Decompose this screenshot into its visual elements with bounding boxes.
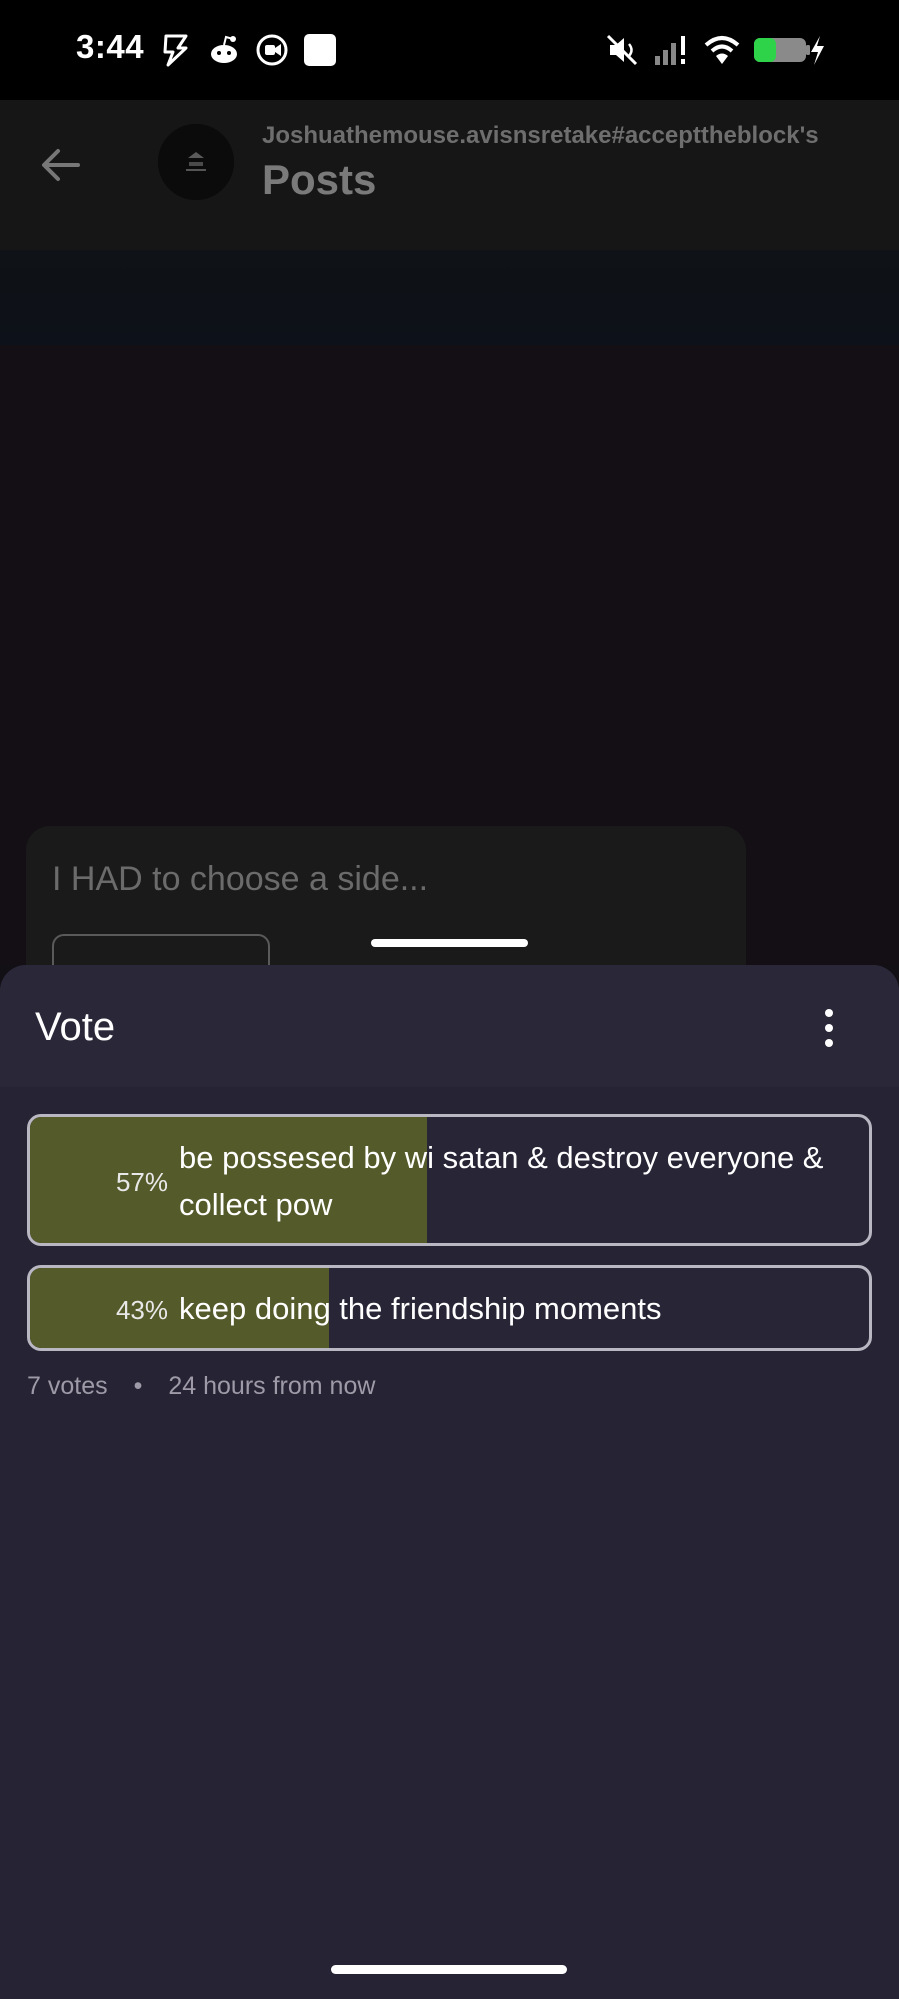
- header-subtitle: Joshuathemouse.avisnsretake#accepttheblo…: [262, 122, 819, 149]
- app-header: Joshuathemouse.avisnsretake#accepttheblo…: [0, 100, 899, 250]
- banner: [0, 250, 899, 345]
- poll-option[interactable]: 43% keep doing the friendship moments: [27, 1265, 872, 1351]
- time-remaining: 24 hours from now: [168, 1372, 376, 1400]
- vote-count: 7 votes: [27, 1372, 108, 1400]
- page-title: Posts: [262, 156, 377, 203]
- status-bar: 3:44: [0, 0, 899, 100]
- poll-meta: 7 votes • 24 hours from now: [27, 1372, 375, 1401]
- post-title: I HAD to choose a side...: [52, 860, 429, 898]
- status-time: 3:44: [76, 28, 145, 65]
- signal-icon: [652, 32, 688, 68]
- poll-option[interactable]: 57% be possesed by wi satan & destroy ev…: [27, 1114, 872, 1246]
- poll-percent: 43%: [115, 1295, 168, 1325]
- avatar[interactable]: [158, 124, 234, 200]
- poll-option-text: be possesed by wi satan & destroy everyo…: [179, 1140, 824, 1222]
- screen-record-icon: [254, 32, 290, 68]
- meta-separator: •: [133, 1372, 143, 1400]
- more-options-icon[interactable]: [812, 993, 846, 1063]
- app-square-icon: [302, 32, 338, 68]
- poll-option-text: keep doing the friendship moments: [179, 1291, 662, 1326]
- vote-sheet: Vote 57% be possesed by wi satan & destr…: [0, 965, 899, 1999]
- home-indicator[interactable]: [331, 1965, 567, 1974]
- back-arrow-icon[interactable]: [36, 140, 86, 190]
- mute-icon: [604, 32, 640, 68]
- reddit-icon: [206, 32, 242, 68]
- wifi-icon: [704, 32, 740, 68]
- poll-percent: 57%: [115, 1167, 168, 1197]
- sheet-header: Vote: [0, 965, 899, 1087]
- screen: 3:44 Joshuathemouse.avisnsretake#acceptt…: [0, 0, 899, 1999]
- flash-icon: [158, 32, 194, 68]
- battery-charging-icon: [752, 32, 826, 68]
- sheet-drag-handle[interactable]: [371, 939, 528, 947]
- sheet-title: Vote: [35, 1005, 116, 1049]
